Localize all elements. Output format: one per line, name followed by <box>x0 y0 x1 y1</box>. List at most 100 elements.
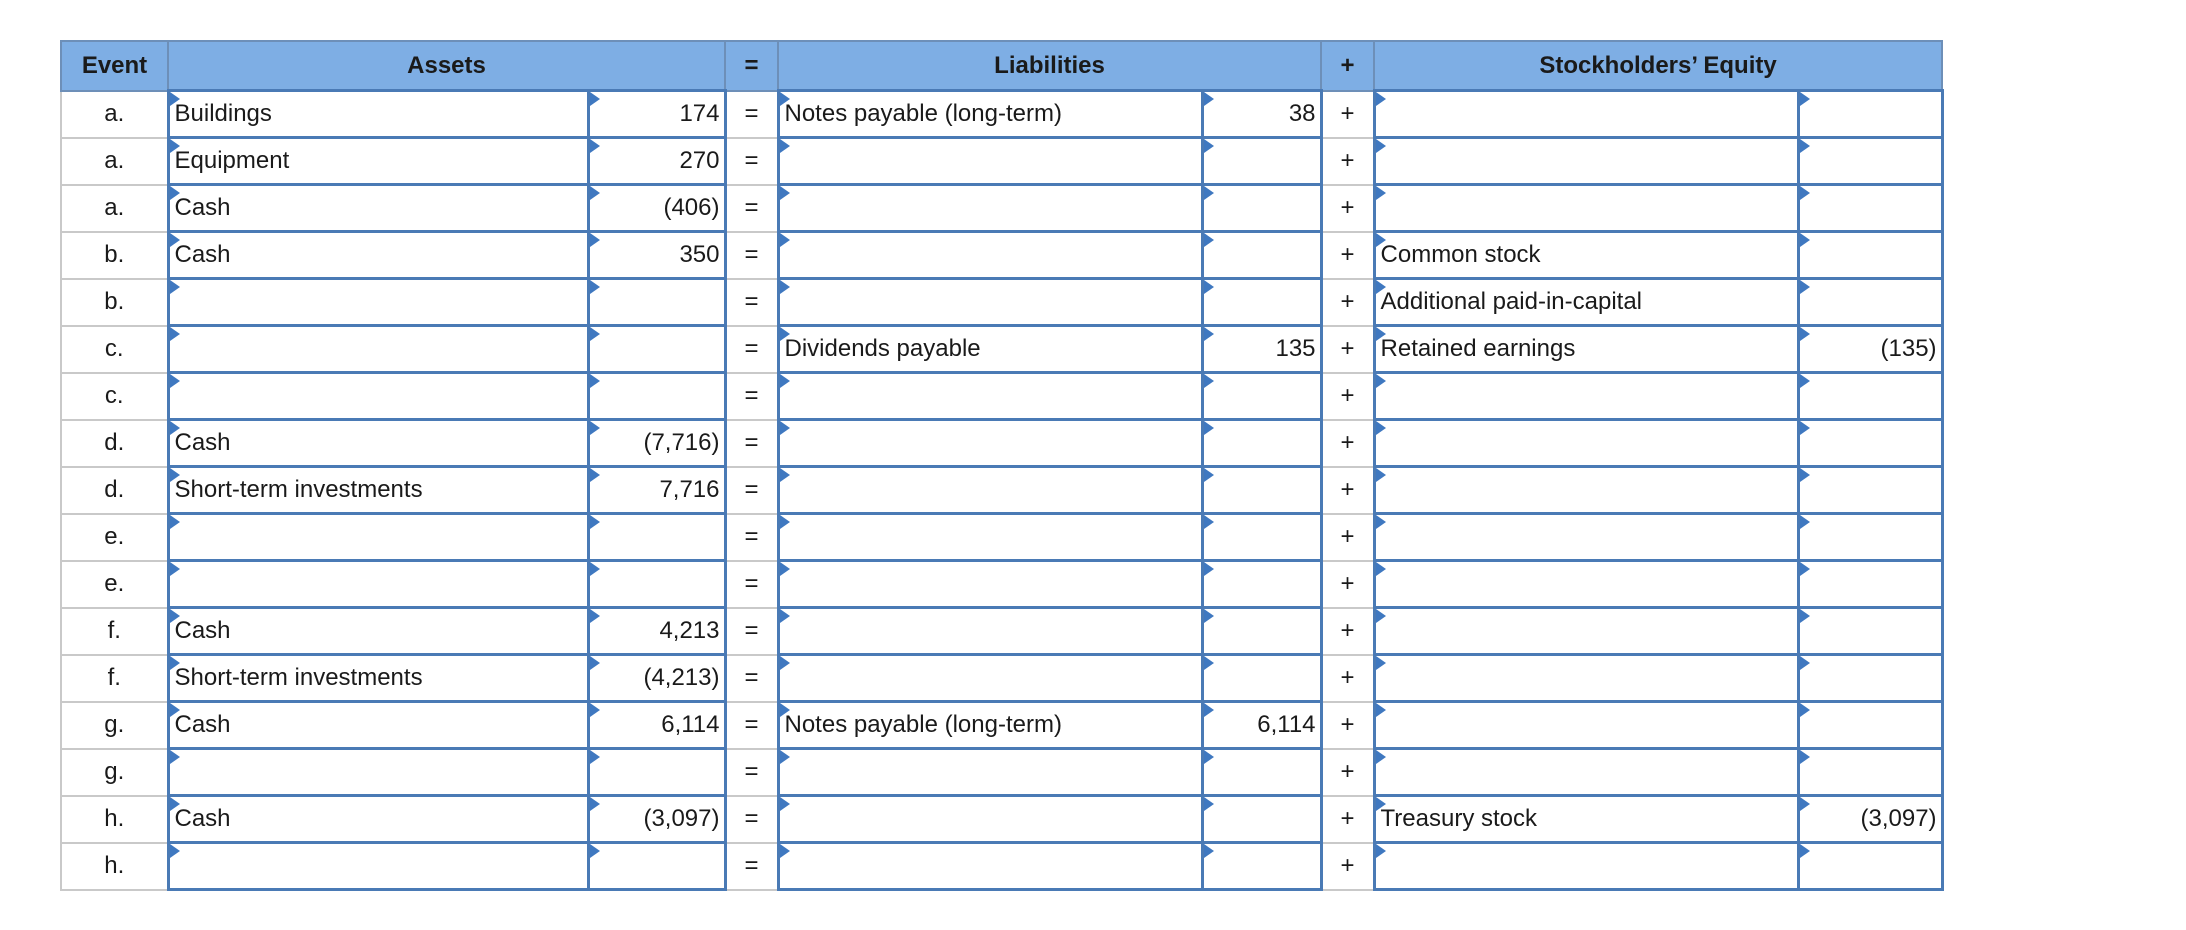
liability-amount-input[interactable]: 135 <box>1200 324 1323 374</box>
equity-amount-input[interactable] <box>1796 841 1944 891</box>
liability-account-input[interactable]: Dividends payable <box>776 324 1204 374</box>
asset-amount-input[interactable]: (7,716) <box>586 418 727 468</box>
liability-amount-input[interactable] <box>1200 653 1323 703</box>
asset-account-input[interactable] <box>166 559 590 609</box>
equity-amount-input[interactable] <box>1796 512 1944 562</box>
liability-account-input[interactable] <box>776 747 1204 797</box>
asset-account-input[interactable]: Cash <box>166 418 590 468</box>
asset-amount-input[interactable] <box>586 841 727 891</box>
asset-account-input[interactable] <box>166 277 590 327</box>
liability-account-input[interactable] <box>776 559 1204 609</box>
asset-amount-input[interactable]: 350 <box>586 230 727 280</box>
asset-account-input[interactable]: Cash <box>166 230 590 280</box>
liability-amount-input[interactable] <box>1200 606 1323 656</box>
asset-account-input[interactable] <box>166 841 590 891</box>
liability-account-input[interactable]: Notes payable (long-term) <box>776 700 1204 750</box>
equity-account-input[interactable] <box>1372 606 1800 656</box>
asset-account-input[interactable]: Cash <box>166 183 590 233</box>
asset-amount-input[interactable]: 4,213 <box>586 606 727 656</box>
equity-amount-input[interactable] <box>1796 89 1944 139</box>
equity-account-input[interactable] <box>1372 89 1800 139</box>
equity-amount-input[interactable] <box>1796 277 1944 327</box>
equity-account-input[interactable] <box>1372 700 1800 750</box>
asset-account-input[interactable] <box>166 324 590 374</box>
equity-account-input[interactable] <box>1372 136 1800 186</box>
liability-account-input[interactable]: Notes payable (long-term) <box>776 89 1204 139</box>
liability-amount-input[interactable] <box>1200 512 1323 562</box>
liability-account-input[interactable] <box>776 841 1204 891</box>
equity-amount-input[interactable]: (135) <box>1796 324 1944 374</box>
equity-amount-input[interactable] <box>1796 653 1944 703</box>
liability-account-input[interactable] <box>776 653 1204 703</box>
asset-account-input[interactable] <box>166 747 590 797</box>
asset-amount-input[interactable] <box>586 324 727 374</box>
liability-amount-input[interactable] <box>1200 465 1323 515</box>
equity-account-input[interactable] <box>1372 512 1800 562</box>
equity-account-input[interactable]: Treasury stock <box>1372 794 1800 844</box>
asset-amount-input[interactable]: (406) <box>586 183 727 233</box>
asset-account-input[interactable]: Cash <box>166 794 590 844</box>
asset-account-input[interactable]: Buildings <box>166 89 590 139</box>
asset-amount-input[interactable]: 270 <box>586 136 727 186</box>
equity-account-input[interactable] <box>1372 183 1800 233</box>
equity-account-input[interactable] <box>1372 465 1800 515</box>
liability-account-input[interactable] <box>776 512 1204 562</box>
liability-account-input[interactable] <box>776 136 1204 186</box>
liability-account-input[interactable] <box>776 230 1204 280</box>
equity-amount-input[interactable] <box>1796 559 1944 609</box>
liability-amount-input[interactable] <box>1200 183 1323 233</box>
equity-account-input[interactable]: Common stock <box>1372 230 1800 280</box>
equity-amount-input[interactable] <box>1796 418 1944 468</box>
asset-amount-input[interactable]: (4,213) <box>586 653 727 703</box>
equity-account-input[interactable] <box>1372 653 1800 703</box>
equity-amount-input[interactable] <box>1796 136 1944 186</box>
asset-account-input[interactable]: Short-term investments <box>166 465 590 515</box>
liability-amount-input[interactable]: 6,114 <box>1200 700 1323 750</box>
liability-amount-input[interactable] <box>1200 371 1323 421</box>
asset-account-input[interactable]: Equipment <box>166 136 590 186</box>
equity-amount-input[interactable] <box>1796 606 1944 656</box>
asset-account-input[interactable] <box>166 371 590 421</box>
liability-amount-input[interactable] <box>1200 136 1323 186</box>
liability-amount-input[interactable] <box>1200 747 1323 797</box>
liability-amount-input[interactable] <box>1200 794 1323 844</box>
liability-amount-input[interactable] <box>1200 230 1323 280</box>
asset-account-input[interactable] <box>166 512 590 562</box>
liability-account-input[interactable] <box>776 794 1204 844</box>
equity-account-input[interactable] <box>1372 559 1800 609</box>
equity-amount-input[interactable] <box>1796 747 1944 797</box>
liability-amount-input[interactable]: 38 <box>1200 89 1323 139</box>
asset-amount-input[interactable]: (3,097) <box>586 794 727 844</box>
asset-amount-input[interactable]: 174 <box>586 89 727 139</box>
equity-account-input[interactable]: Additional paid-in-capital <box>1372 277 1800 327</box>
liability-account-input[interactable] <box>776 183 1204 233</box>
equity-account-input[interactable] <box>1372 841 1800 891</box>
equity-account-input[interactable] <box>1372 418 1800 468</box>
equity-amount-input[interactable]: (3,097) <box>1796 794 1944 844</box>
asset-account-input[interactable]: Cash <box>166 606 590 656</box>
asset-amount-input[interactable] <box>586 747 727 797</box>
asset-account-input[interactable]: Short-term investments <box>166 653 590 703</box>
asset-account-input[interactable]: Cash <box>166 700 590 750</box>
equity-amount-input[interactable] <box>1796 230 1944 280</box>
equity-amount-input[interactable] <box>1796 183 1944 233</box>
liability-amount-input[interactable] <box>1200 418 1323 468</box>
liability-amount-input[interactable] <box>1200 277 1323 327</box>
equity-account-input[interactable] <box>1372 747 1800 797</box>
asset-amount-input[interactable]: 7,716 <box>586 465 727 515</box>
liability-account-input[interactable] <box>776 606 1204 656</box>
equity-amount-input[interactable] <box>1796 700 1944 750</box>
asset-amount-input[interactable] <box>586 277 727 327</box>
equity-account-input[interactable]: Retained earnings <box>1372 324 1800 374</box>
asset-amount-input[interactable]: 6,114 <box>586 700 727 750</box>
liability-account-input[interactable] <box>776 465 1204 515</box>
equity-amount-input[interactable] <box>1796 465 1944 515</box>
liability-account-input[interactable] <box>776 418 1204 468</box>
liability-amount-input[interactable] <box>1200 841 1323 891</box>
liability-amount-input[interactable] <box>1200 559 1323 609</box>
liability-account-input[interactable] <box>776 371 1204 421</box>
equity-account-input[interactable] <box>1372 371 1800 421</box>
asset-amount-input[interactable] <box>586 512 727 562</box>
liability-account-input[interactable] <box>776 277 1204 327</box>
asset-amount-input[interactable] <box>586 371 727 421</box>
